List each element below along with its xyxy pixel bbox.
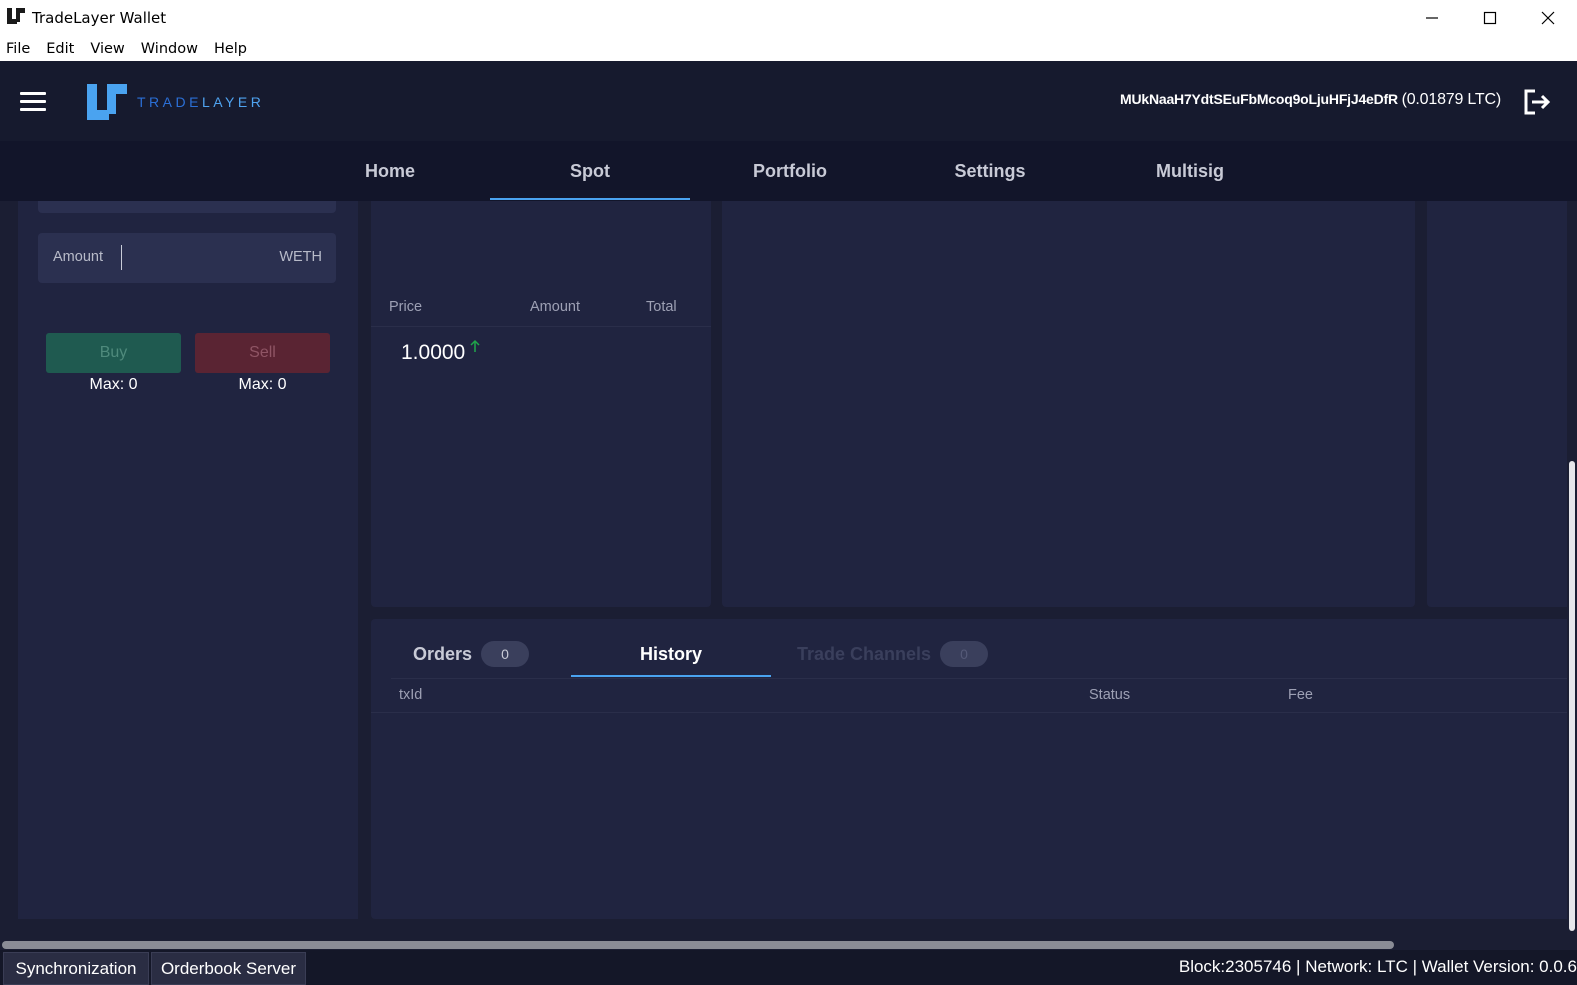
- menu-help[interactable]: Help: [214, 41, 247, 57]
- logo-text: TRADELAYER: [137, 94, 265, 110]
- close-icon: [1541, 11, 1555, 25]
- orderbook-server-button[interactable]: Orderbook Server: [151, 952, 306, 985]
- tab-spot[interactable]: Spot: [490, 141, 690, 201]
- chart-panel: [722, 201, 1415, 607]
- amount-field[interactable]: Amount WETH: [38, 233, 336, 283]
- right-side-panel: [1427, 201, 1577, 607]
- minimize-button[interactable]: [1403, 0, 1461, 36]
- logout-icon[interactable]: [1523, 88, 1551, 116]
- horizontal-scroll-thumb[interactable]: [2, 941, 1394, 949]
- tab-trade-channels[interactable]: Trade Channels 0: [797, 633, 989, 675]
- column-status: Status: [1089, 687, 1131, 703]
- active-bottom-tab-indicator: [571, 675, 771, 677]
- history-table-header: txId Status Fee: [371, 679, 1577, 713]
- tab-multisig[interactable]: Multisig: [1090, 141, 1290, 201]
- active-tab-indicator: [490, 198, 690, 200]
- tab-portfolio[interactable]: Portfolio: [690, 141, 890, 201]
- column-fee: Fee: [1288, 687, 1313, 703]
- buy-max-label: Max: 0: [89, 376, 138, 393]
- window-title: TradeLayer Wallet: [32, 9, 167, 27]
- column-amount: Amount: [530, 299, 580, 315]
- synchronization-button[interactable]: Synchronization: [3, 952, 149, 985]
- tab-settings[interactable]: Settings: [890, 141, 1090, 201]
- orders-count-badge: 0: [481, 641, 530, 667]
- tab-home[interactable]: Home: [290, 141, 490, 201]
- tab-history[interactable]: History: [571, 633, 771, 675]
- amount-label: Amount: [53, 249, 103, 265]
- column-price: Price: [389, 299, 423, 315]
- status-bar: Synchronization Orderbook Server Block:2…: [0, 950, 1577, 985]
- buy-button[interactable]: Buy: [46, 333, 181, 373]
- horizontal-scrollbar[interactable]: [0, 939, 1577, 950]
- hamburger-menu-icon[interactable]: [20, 92, 46, 112]
- app-header: TRADELAYER MUkNaaH7YdtSEuFbMcoq9oLjuHFjJ…: [0, 61, 1577, 141]
- tradelayer-logo-icon: [87, 84, 127, 120]
- orderbook-panel: Price Amount Total 1.0000: [371, 201, 711, 607]
- status-info: Block:2305746 | Network: LTC | Wallet Ve…: [1178, 957, 1577, 976]
- wallet-address: MUkNaaH7YdtSEuFbMcoq9oLjuHFjJ4eDfR (0.01…: [1120, 91, 1502, 108]
- window-titlebar: TradeLayer Wallet: [0, 0, 1577, 36]
- tradelayer-logo: TRADELAYER: [87, 84, 264, 120]
- text-caret: [121, 245, 122, 270]
- main-nav: Home Spot Portfolio Settings Multisig: [0, 141, 1577, 201]
- tab-orders[interactable]: Orders 0: [413, 633, 530, 675]
- wallet-balance: (0.01879 LTC): [1401, 91, 1502, 108]
- menu-bar: File Edit View Window Help: [0, 36, 1577, 61]
- menu-window[interactable]: Window: [141, 41, 198, 57]
- vertical-scrollbar[interactable]: [1567, 201, 1577, 939]
- last-price: 1.0000: [401, 341, 466, 364]
- arrow-up-icon: [470, 339, 480, 352]
- trade-form-panel: Amount WETH Buy Sell Max: 0 Max: 0: [18, 201, 358, 919]
- sell-max-label: Max: 0: [238, 376, 287, 393]
- price-field[interactable]: [38, 201, 336, 213]
- menu-view[interactable]: View: [90, 41, 124, 57]
- menu-edit[interactable]: Edit: [46, 41, 74, 57]
- menu-file[interactable]: File: [6, 41, 30, 57]
- amount-unit: WETH: [279, 249, 322, 265]
- tradelayer-app-icon: [7, 8, 25, 24]
- orderbook-header: Price Amount Total: [371, 297, 711, 327]
- window-controls: [1403, 0, 1577, 36]
- maximize-button[interactable]: [1461, 0, 1519, 36]
- column-txid: txId: [399, 687, 423, 703]
- channels-count-badge: 0: [940, 641, 989, 667]
- close-button[interactable]: [1519, 0, 1577, 36]
- minimize-icon: [1426, 17, 1438, 19]
- sell-button[interactable]: Sell: [195, 333, 330, 373]
- orders-history-panel: Orders 0 History Trade Channels 0 txId S…: [371, 619, 1577, 919]
- vertical-scroll-thumb[interactable]: [1569, 461, 1575, 931]
- maximize-icon: [1483, 11, 1497, 25]
- column-total: Total: [646, 299, 677, 315]
